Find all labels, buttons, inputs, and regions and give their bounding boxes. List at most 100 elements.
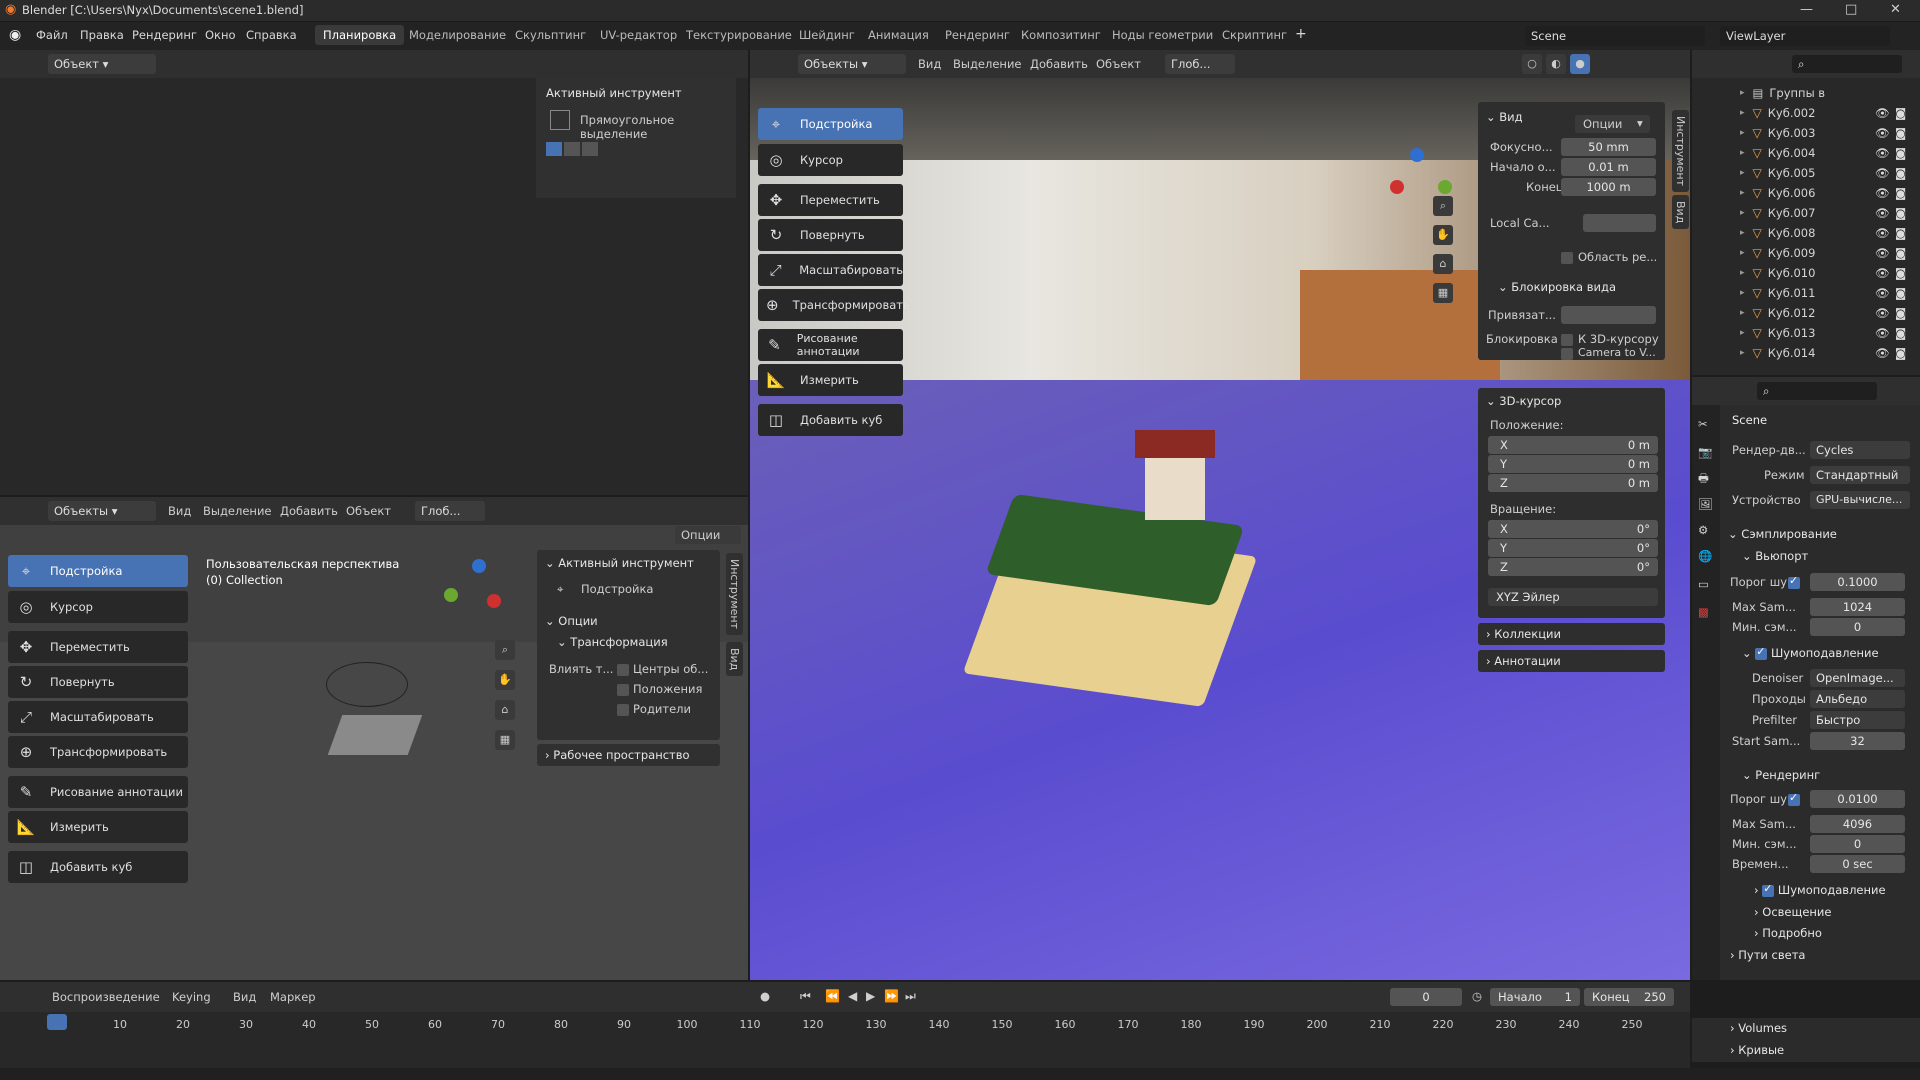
- playback-menu[interactable]: Воспроизведение: [52, 990, 160, 1004]
- tool-tab-icon[interactable]: ✂: [1698, 417, 1708, 431]
- render-min-samples-field[interactable]: 0: [1810, 835, 1905, 853]
- visibility-eye-icon[interactable]: 👁: [1875, 246, 1890, 260]
- visibility-eye-icon[interactable]: 👁: [1875, 326, 1890, 340]
- world-tab-icon[interactable]: 🌐: [1698, 549, 1712, 563]
- start-sample-field[interactable]: 32: [1810, 732, 1905, 750]
- select-mode-extend-icon[interactable]: [564, 142, 580, 156]
- volumes-section[interactable]: › Volumes: [1692, 1018, 1920, 1040]
- outliner-row-cube010[interactable]: ▸ ▽ Куб.010 👁 ◙: [1740, 263, 1920, 283]
- annotations-panel[interactable]: › Аннотации: [1478, 650, 1665, 672]
- outliner-row-cube008[interactable]: ▸ ▽ Куб.008 👁 ◙: [1740, 223, 1920, 243]
- outliner-row-cube013[interactable]: ▸ ▽ Куб.013 👁 ◙: [1740, 323, 1920, 343]
- cursor-rot-x-field[interactable]: X 0°: [1488, 520, 1658, 538]
- main-menu-add[interactable]: Добавить: [1030, 57, 1088, 71]
- lock-object-field[interactable]: [1561, 306, 1656, 324]
- workspace-tab-animation[interactable]: Анимация: [860, 25, 937, 45]
- render-engine-dropdown[interactable]: Cycles: [1810, 441, 1910, 459]
- vp-noise-threshold-field[interactable]: 0.1000: [1810, 573, 1905, 591]
- secondary-tool-annotate[interactable]: ✎ Рисование аннотации: [8, 776, 188, 808]
- add-workspace-button[interactable]: +: [1295, 26, 1307, 42]
- main-tool-tweak[interactable]: ⌖ Подстройка: [758, 108, 903, 140]
- main-menu-view[interactable]: Вид: [918, 57, 941, 71]
- mode-selector[interactable]: Объект ▾: [48, 54, 156, 74]
- outliner-row-groups[interactable]: ▸ ▤ Группы в: [1740, 83, 1920, 103]
- ortho-grid-icon[interactable]: ▦: [1433, 283, 1453, 303]
- gizmo-x-axis[interactable]: [1390, 180, 1404, 194]
- texture-tab-icon[interactable]: ▩: [1698, 605, 1709, 619]
- outliner-row-cube012[interactable]: ▸ ▽ Куб.012 👁 ◙: [1740, 303, 1920, 323]
- cursor-y-field[interactable]: Y0 m: [1488, 455, 1658, 473]
- view-lock-title[interactable]: ⌄ Блокировка вида: [1498, 280, 1616, 294]
- secondary-sidebar-tab-view[interactable]: Вид: [726, 642, 743, 677]
- render-denoise-subsection[interactable]: › Шумоподавление: [1754, 882, 1886, 898]
- outliner-row-cube011[interactable]: ▸ ▽ Куб.011 👁 ◙: [1740, 283, 1920, 303]
- lighting-subsection[interactable]: › Освещение: [1754, 905, 1831, 919]
- render-camera-icon[interactable]: ◙: [1895, 186, 1906, 200]
- curves-section[interactable]: › Кривые: [1692, 1040, 1920, 1062]
- marker-menu[interactable]: Маркер: [270, 990, 316, 1004]
- scene-light-object[interactable]: [326, 662, 408, 707]
- secondary-tool-tweak[interactable]: ⌖ Подстройка: [8, 555, 188, 587]
- clip-start-field[interactable]: 0.01 m: [1561, 158, 1656, 176]
- workspace-tab-layout[interactable]: Планировка: [315, 25, 405, 45]
- secondary-sidebar-tab-tool[interactable]: Инструмент: [726, 553, 743, 636]
- secondary-gizmo-y[interactable]: [444, 588, 458, 602]
- outliner-row-cube014[interactable]: ▸ ▽ Куб.014 👁 ◙: [1740, 343, 1920, 363]
- render-camera-icon[interactable]: ◙: [1895, 226, 1906, 240]
- secondary-menu-add[interactable]: Добавить: [280, 504, 338, 518]
- frame-start-field[interactable]: Начало 1: [1490, 988, 1580, 1006]
- main-tool-cursor[interactable]: ◎ Курсор: [758, 144, 903, 176]
- prefilter-dropdown[interactable]: Быстро: [1810, 711, 1905, 729]
- main-viewport[interactable]: Объекты ▾ Вид Выделение Добавить Объект …: [750, 50, 1690, 980]
- solid-shading-icon[interactable]: ○: [1522, 54, 1542, 74]
- jump-start-icon[interactable]: ⏮: [800, 989, 811, 1004]
- render-camera-icon[interactable]: ◙: [1895, 326, 1906, 340]
- secondary-menu-view[interactable]: Вид: [168, 504, 191, 518]
- cursor-z-field[interactable]: Z0 m: [1488, 474, 1658, 492]
- keying-menu[interactable]: Keying: [172, 990, 211, 1004]
- device-dropdown[interactable]: GPU-вычисле...: [1810, 491, 1910, 509]
- affect-parents-checkbox[interactable]: [617, 704, 629, 716]
- visibility-eye-icon[interactable]: 👁: [1875, 306, 1890, 320]
- scene-diorama-object[interactable]: [327, 715, 423, 755]
- main-options-button[interactable]: Опции ▾: [1575, 115, 1650, 133]
- render-camera-icon[interactable]: ◙: [1895, 346, 1906, 360]
- secondary-camera-icon[interactable]: ⌂: [495, 700, 515, 720]
- view-layer-selector[interactable]: ViewLayer: [1720, 26, 1890, 46]
- clip-end-field[interactable]: 1000 m: [1561, 178, 1656, 196]
- render-camera-icon[interactable]: ◙: [1895, 306, 1906, 320]
- render-noise-threshold-field[interactable]: 0.0100: [1810, 790, 1905, 808]
- properties-search-input[interactable]: ⌕: [1757, 382, 1877, 400]
- view-panel-title[interactable]: ⌄ Вид: [1486, 110, 1523, 124]
- camera-to-view-checkbox[interactable]: [1561, 348, 1573, 360]
- workspace-tab-texturing[interactable]: Текстурирование: [678, 25, 800, 45]
- secondary-active-tool-title[interactable]: ⌄ Активный инструмент: [545, 556, 694, 570]
- secondary-gizmo-z[interactable]: [472, 559, 486, 573]
- secondary-options-section[interactable]: ⌄ Опции: [545, 614, 598, 628]
- outliner-search-input[interactable]: ⌕: [1792, 55, 1902, 73]
- visibility-eye-icon[interactable]: 👁: [1875, 126, 1890, 140]
- render-mode-dropdown[interactable]: Стандартный: [1810, 466, 1910, 484]
- workspace-tab-scripting[interactable]: Скриптинг: [1214, 25, 1295, 45]
- secondary-transform-orientation[interactable]: Глоб...: [415, 501, 485, 521]
- visibility-eye-icon[interactable]: 👁: [1875, 166, 1890, 180]
- workspace-tab-shading[interactable]: Шейдинг: [791, 25, 863, 45]
- workspace-tab-rendering[interactable]: Рендеринг: [937, 25, 1018, 45]
- affect-locations-checkbox[interactable]: [617, 684, 629, 696]
- visibility-eye-icon[interactable]: 👁: [1875, 186, 1890, 200]
- rendered-shading-icon[interactable]: ●: [1570, 54, 1590, 74]
- scene-selector[interactable]: Scene: [1525, 26, 1705, 46]
- workspace-tab-sculpting[interactable]: Скульптинг: [507, 25, 594, 45]
- workspace-tab-compositing[interactable]: Композитинг: [1013, 25, 1109, 45]
- frame-end-field[interactable]: Конец 250: [1584, 988, 1674, 1006]
- workspace-tab-uv[interactable]: UV-редактор: [592, 25, 685, 45]
- menu-render[interactable]: Рендеринг: [132, 28, 197, 42]
- jump-keyframe-back-icon[interactable]: ⏪: [825, 989, 840, 1003]
- secondary-tool-rotate[interactable]: ↻ Повернуть: [8, 666, 188, 698]
- workspace-tab-modeling[interactable]: Моделирование: [401, 25, 514, 45]
- sidebar-tab-tool[interactable]: Инструмент: [1672, 110, 1689, 193]
- menu-file[interactable]: Файл: [36, 28, 68, 42]
- render-camera-icon[interactable]: ◙: [1895, 286, 1906, 300]
- blender-menu-icon[interactable]: ◉: [9, 27, 21, 43]
- visibility-eye-icon[interactable]: 👁: [1875, 226, 1890, 240]
